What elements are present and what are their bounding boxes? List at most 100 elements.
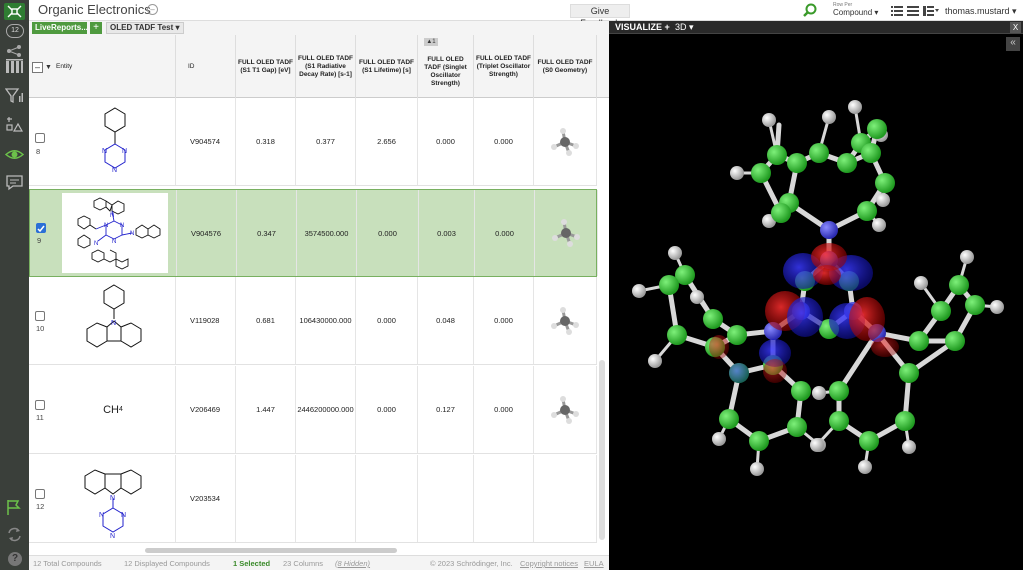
refresh-icon[interactable]	[5, 526, 24, 545]
svg-text:N: N	[112, 239, 116, 245]
row-number: 9	[37, 236, 42, 245]
table-row[interactable]: 11 CH 4 V206469 1.447 2446200000.000 0.00…	[29, 366, 597, 454]
row-number: 10	[36, 324, 45, 333]
table-row[interactable]: 12 N N N N V203534	[29, 455, 597, 543]
visualize-panel: VISUALIZE + 3D ▾ X «	[609, 21, 1023, 570]
svg-text:N: N	[94, 241, 98, 247]
methane-3d-icon	[552, 219, 580, 247]
id-cell[interactable]: V119028	[176, 277, 236, 364]
triplet-cell: 0.000	[474, 277, 534, 364]
col-header-entity[interactable]: Entity	[51, 35, 176, 98]
geometry-cell[interactable]	[535, 190, 598, 276]
rate-cell: 3574500.000	[297, 190, 357, 276]
rate-cell: 2446200000.000	[296, 366, 356, 453]
close-panel-button[interactable]: X	[1010, 22, 1021, 33]
col-header-overflow	[597, 35, 609, 98]
vertical-scrollbar[interactable]	[599, 360, 605, 540]
grid-view-icon[interactable]	[907, 6, 919, 19]
entity-cell[interactable]: NNNNNN	[52, 190, 177, 276]
col-header-s1t1-gap[interactable]: FULL OLED TADF (S1 T1 Gap) [eV]	[236, 35, 296, 98]
search-icon[interactable]	[803, 3, 817, 20]
row-checkbox[interactable]	[35, 311, 45, 321]
visualize-add-button[interactable]: VISUALIZE +	[615, 22, 670, 32]
row-per-select[interactable]: Compound ▾	[833, 8, 878, 17]
svg-text:N: N	[110, 495, 115, 502]
row-checkbox[interactable]	[36, 223, 46, 233]
svg-text:N: N	[130, 231, 134, 237]
id-cell[interactable]: V904574	[176, 98, 236, 185]
table-row[interactable]: 8 N N N V904574 0.318 0.377 2.656 0.000 0.…	[29, 98, 597, 186]
columns-icon[interactable]	[5, 58, 24, 77]
entity-cell[interactable]: CH 4	[51, 366, 176, 453]
app-logo-icon[interactable]	[4, 3, 25, 20]
col-header-id[interactable]: ID	[176, 35, 236, 98]
svg-text:N: N	[120, 223, 124, 229]
total-compounds: 12 Total Compounds	[33, 559, 102, 568]
molecule-3d-viewer[interactable]	[609, 35, 1023, 570]
flag-icon[interactable]	[5, 499, 24, 518]
selected-count[interactable]: 1 Selected	[233, 559, 270, 568]
row-checkbox[interactable]	[35, 489, 45, 499]
id-cell[interactable]: V206469	[176, 366, 236, 453]
status-bar: 12 Total Compounds 12 Displayed Compound…	[29, 555, 609, 570]
col-header-radiative-rate[interactable]: FULL OLED TADF (S1 Radiative Decay Rate)…	[296, 35, 356, 98]
design-icon[interactable]	[5, 116, 24, 135]
entity-cell[interactable]: N N N	[51, 98, 176, 185]
row-checkbox[interactable]	[35, 133, 45, 143]
svg-text:N: N	[110, 213, 114, 219]
visualize-eye-icon[interactable]	[5, 146, 24, 165]
col-header-s1-lifetime[interactable]: FULL OLED TADF (S1 Lifetime) [s]	[356, 35, 418, 98]
svg-text:N: N	[111, 320, 116, 327]
list-view-icon[interactable]	[891, 6, 903, 19]
geometry-cell[interactable]	[534, 366, 597, 453]
user-menu[interactable]: thomas.mustard ▾	[945, 6, 1017, 17]
hidden-columns-link[interactable]: (8 Hidden)	[335, 559, 370, 568]
id-cell[interactable]: V203534	[176, 455, 236, 542]
tab-oled-tadf-test[interactable]: OLED TADF Test ▾	[106, 22, 184, 34]
rate-cell	[296, 455, 356, 542]
svg-text:N: N	[112, 167, 117, 174]
triplet-cell	[474, 455, 534, 542]
eula-link[interactable]: EULA	[584, 559, 604, 568]
view-mode-select[interactable]: 3D ▾	[675, 22, 694, 33]
title-options-icon[interactable]: –	[147, 4, 158, 15]
top-bar: Organic Electronics – Give Feedback Row …	[29, 0, 1023, 28]
column-count[interactable]: 23 Columns	[283, 559, 323, 568]
table-row[interactable]: 9 NN N N N N V904576 0.347 3574500.000 0…	[29, 189, 598, 277]
lifetime-cell: 0.000	[356, 366, 418, 453]
structure-triscarbazole-triazine: NNNNNN	[77, 197, 161, 270]
formula-subscript: 4	[118, 406, 123, 413]
compound-count-badge[interactable]: 12	[6, 24, 24, 38]
col-header-triplet-osc[interactable]: FULL OLED TADF (Triplet Oscillator Stren…	[474, 35, 534, 98]
copyright-notices-link[interactable]: Copyright notices	[520, 559, 578, 568]
gap-cell: 0.681	[236, 277, 296, 364]
geometry-cell[interactable]	[534, 98, 597, 185]
form-view-icon[interactable]	[923, 6, 939, 19]
give-feedback-button[interactable]: Give Feedback	[570, 4, 630, 28]
geometry-cell[interactable]	[534, 455, 597, 542]
row-checkbox[interactable]	[35, 400, 45, 410]
singlet-cell: 0.003	[419, 190, 475, 276]
filter-icon[interactable]	[5, 87, 24, 106]
data-grid: – ▼ Entity ID FULL OLED TADF (S1 T1 Gap)…	[29, 35, 609, 555]
entity-cell[interactable]: N	[51, 277, 176, 364]
sort-indicator[interactable]: ▲1	[424, 38, 438, 46]
select-all-checkbox[interactable]: –	[32, 62, 43, 73]
add-tab-button[interactable]: +	[90, 22, 102, 34]
gap-cell	[236, 455, 296, 542]
entity-cell[interactable]: N N N N	[51, 455, 176, 542]
livereports-tab[interactable]: LiveReports...	[32, 22, 88, 34]
help-icon[interactable]: ?	[8, 552, 22, 566]
grid-header: – ▼ Entity ID FULL OLED TADF (S1 T1 Gap)…	[29, 35, 609, 98]
tab-bar: LiveReports... + OLED TADF Test ▾	[29, 21, 609, 35]
horizontal-scrollbar[interactable]	[145, 548, 397, 553]
col-header-s0-geometry[interactable]: FULL OLED TADF (S0 Geometry)	[534, 35, 597, 98]
formula-text: CH	[103, 403, 119, 416]
geometry-cell[interactable]	[534, 277, 597, 364]
id-cell[interactable]: V904576	[177, 190, 237, 276]
comments-icon[interactable]	[5, 174, 24, 193]
row-number: 12	[36, 502, 45, 511]
singlet-cell: 0.048	[418, 277, 474, 364]
table-row[interactable]: 10 N V119028 0.681 106430000.000 0.000 0…	[29, 277, 597, 365]
gap-cell: 0.347	[237, 190, 297, 276]
